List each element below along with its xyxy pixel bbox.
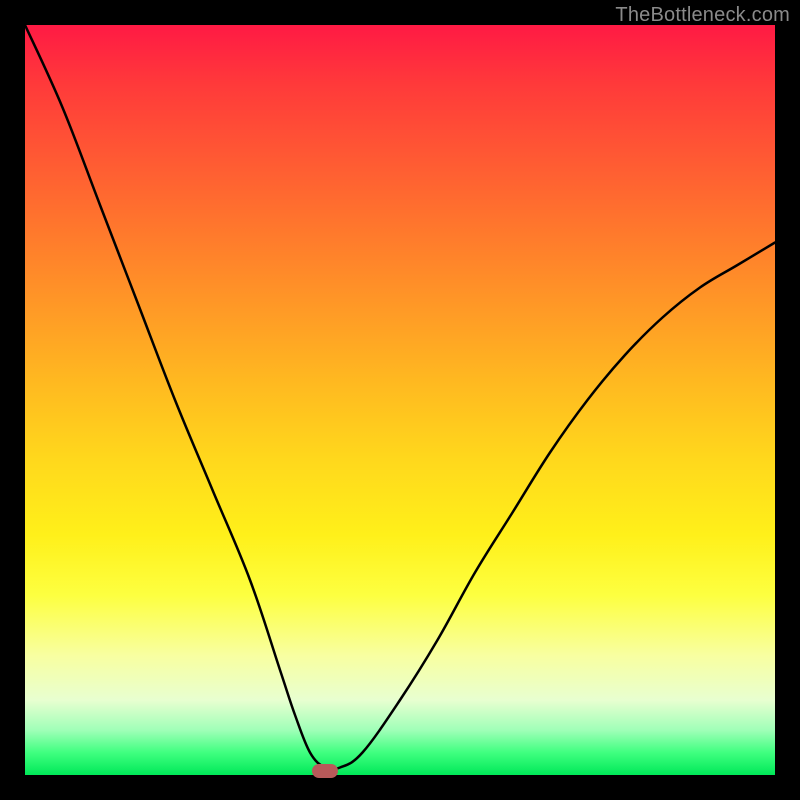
plot-area [25,25,775,775]
optimum-marker [312,764,338,778]
watermark-text: TheBottleneck.com [615,4,790,27]
bottleneck-curve [25,25,775,775]
chart-frame: TheBottleneck.com [0,0,800,800]
